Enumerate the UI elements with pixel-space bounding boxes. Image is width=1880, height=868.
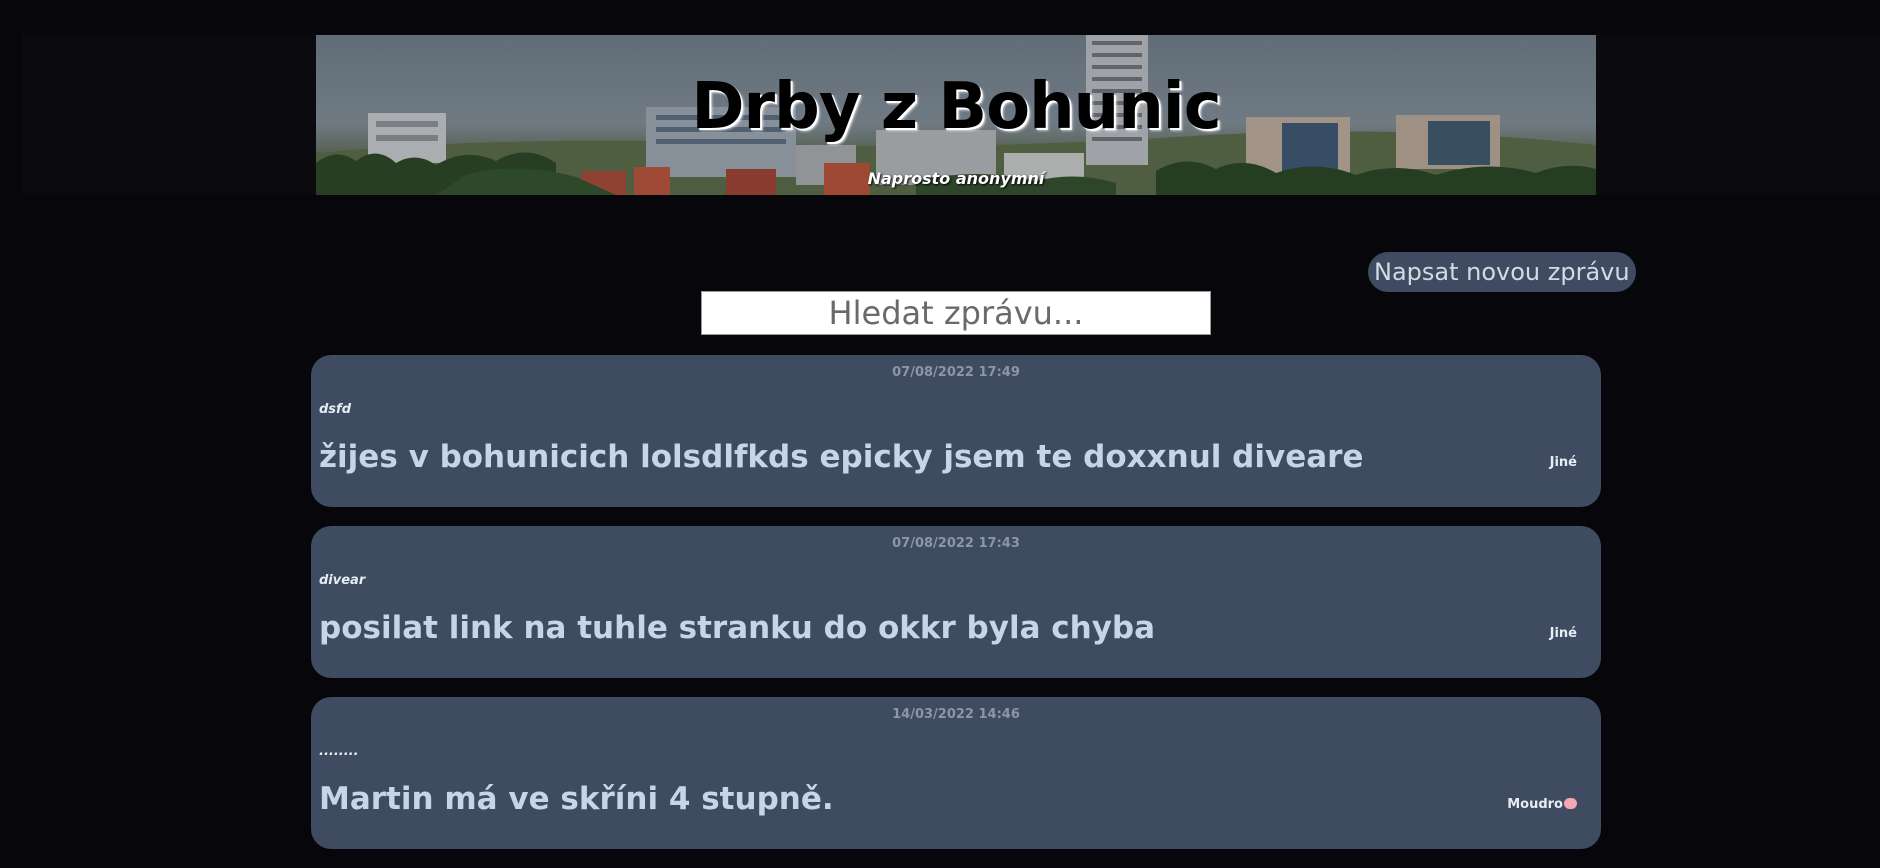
message-category-label: Jiné — [1549, 455, 1577, 470]
message-card[interactable]: 07/08/2022 17:49 dsfd žijes v bohunicich… — [311, 355, 1601, 507]
message-author: dsfd — [319, 402, 352, 417]
message-category: Moudro — [1507, 797, 1577, 812]
site-title: Drby z Bohunic — [691, 70, 1221, 144]
message-card[interactable]: 07/08/2022 17:43 divear posilat link na … — [311, 526, 1601, 678]
message-category-label: Moudro — [1507, 797, 1563, 812]
message-text: Martin má ve skříni 4 stupně. — [319, 781, 834, 817]
header-banner: Drby z Bohunic Naprosto anonymní — [316, 35, 1596, 195]
message-category: Jiné — [1550, 455, 1577, 470]
message-date: 14/03/2022 14:46 — [892, 707, 1020, 722]
brain-icon — [1564, 798, 1577, 809]
message-date: 07/08/2022 17:49 — [892, 365, 1020, 380]
message-category-label: Jiné — [1549, 626, 1577, 641]
message-card[interactable]: 14/03/2022 14:46 ........ Martin má ve s… — [311, 697, 1601, 849]
message-category: Jiné — [1550, 626, 1577, 641]
message-date: 07/08/2022 17:43 — [892, 536, 1020, 551]
message-author: ........ — [319, 744, 359, 759]
site-subtitle: Naprosto anonymní — [867, 169, 1045, 188]
search-input[interactable] — [701, 291, 1211, 335]
message-text: posilat link na tuhle stranku do okkr by… — [319, 610, 1156, 646]
message-author: divear — [319, 573, 366, 588]
new-message-button[interactable]: Napsat novou zprávu — [1368, 252, 1636, 292]
message-list: 07/08/2022 17:49 dsfd žijes v bohunicich… — [311, 355, 1601, 868]
message-text: žijes v bohunicich lolsdlfkds epicky jse… — [319, 439, 1364, 475]
